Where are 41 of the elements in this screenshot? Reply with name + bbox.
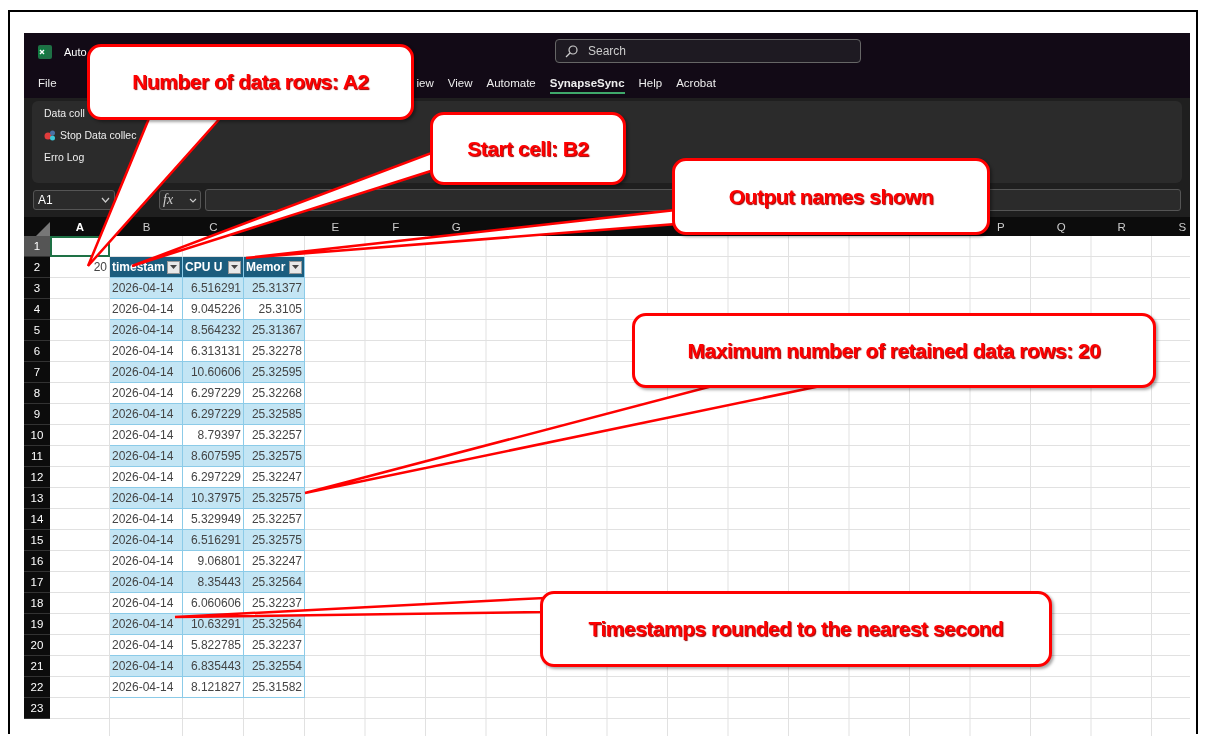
column-name: timestam xyxy=(112,260,165,274)
callout: Number of data rows: A2 xyxy=(87,44,414,120)
table-cell: 10.37975 xyxy=(183,488,244,509)
callout: Timestamps rounded to the nearest second xyxy=(540,591,1052,667)
table-cell: 2026-04-14 xyxy=(110,572,183,593)
table-cell: 6.835443 xyxy=(183,656,244,677)
table-cell-text: 20 xyxy=(92,259,108,276)
callout: Start cell: B2 xyxy=(430,112,626,185)
table-cell: 10.60606 xyxy=(183,362,244,383)
callout: Maximum number of retained data rows: 20 xyxy=(632,313,1156,388)
table-cell: 2026-04-14 xyxy=(110,656,183,677)
table-cell: 8.35443 xyxy=(183,572,244,593)
table-cell: 6.297229 xyxy=(183,404,244,425)
table-cell: 2026-04-14 xyxy=(110,614,183,635)
callout: Output names shown xyxy=(672,158,990,235)
table-cell: 25.32575 xyxy=(244,446,305,467)
table-cell: 8.564232 xyxy=(183,320,244,341)
table-cell: 2026-04-14 xyxy=(110,488,183,509)
table-cell: 25.32595 xyxy=(244,362,305,383)
table-cell: 25.32575 xyxy=(244,530,305,551)
table-cell: 25.31377 xyxy=(244,278,305,299)
table-cell: 25.32554 xyxy=(244,656,305,677)
table-cell: 2026-04-14 xyxy=(110,362,183,383)
table-cell: 6.516291 xyxy=(183,530,244,551)
table-cell: 2026-04-14 xyxy=(110,320,183,341)
table-cell: 8.607595 xyxy=(183,446,244,467)
table-cell: 2026-04-14 xyxy=(110,677,183,698)
table-cell: 2026-04-14 xyxy=(110,530,183,551)
table-cell: 25.32575 xyxy=(244,488,305,509)
table-cell: 2026-04-14 xyxy=(110,446,183,467)
table-cell: 25.32564 xyxy=(244,572,305,593)
column-name: CPU U xyxy=(185,260,223,274)
table-cell: 2026-04-14 xyxy=(110,278,183,299)
table-cell: 25.32585 xyxy=(244,404,305,425)
table-cell: 25.31582 xyxy=(244,677,305,698)
table-cell: 2026-04-14 xyxy=(110,404,183,425)
table-cell: 8.121827 xyxy=(183,677,244,698)
table-cell: 6.516291 xyxy=(183,278,244,299)
window-title: Auto xyxy=(64,45,87,58)
column-name: Memor xyxy=(246,260,286,274)
table-cell: 25.31367 xyxy=(244,320,305,341)
